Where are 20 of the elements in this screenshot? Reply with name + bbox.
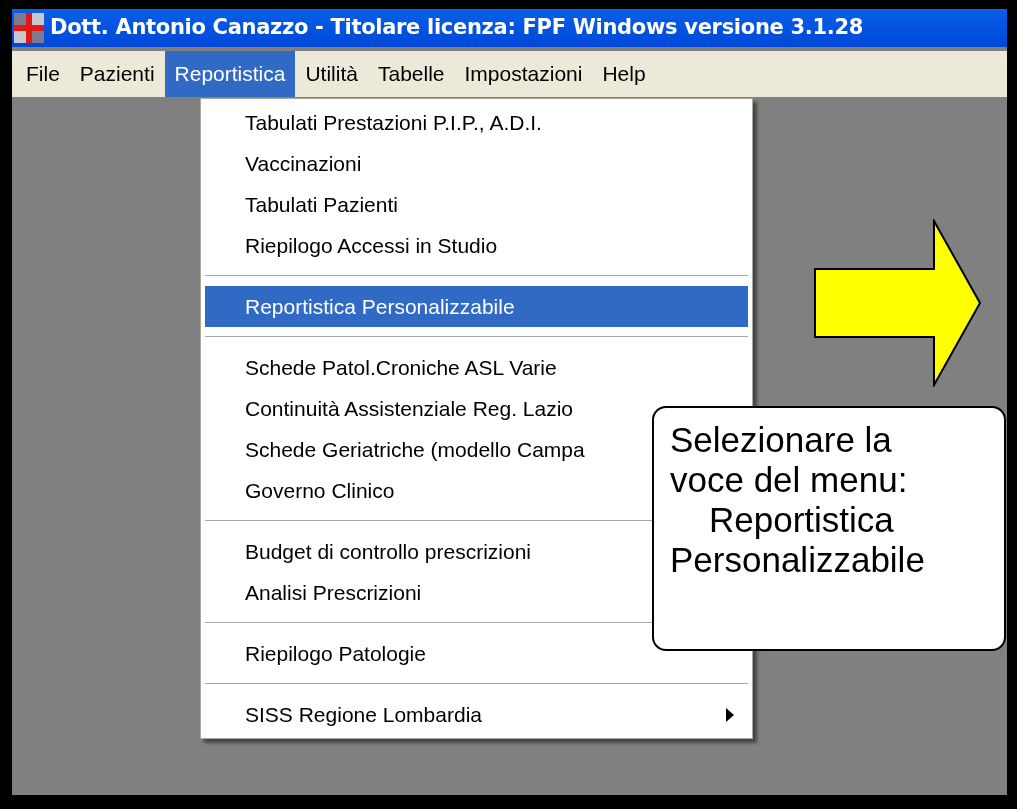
menu-item[interactable]: Help [592, 51, 656, 97]
menu-entry[interactable]: Tabulati Pazienti [205, 184, 748, 225]
menu-entry[interactable]: Reportistica Personalizzabile [205, 286, 748, 327]
callout-text: Selezionare la voce del menu: Reportistica Personalizzabile [669, 420, 926, 580]
submenu-arrow-icon [726, 707, 734, 722]
menu-item[interactable]: Pazienti [69, 51, 165, 97]
menu-entry[interactable]: Riepilogo Patologie [205, 633, 748, 674]
menu-entry[interactable]: Tabulati Prestazioni P.I.P., A.D.I. [205, 102, 748, 143]
menu-entry[interactable]: SISS Regione Lombardia [205, 694, 748, 735]
menu-item[interactable]: Reportistica [164, 51, 296, 97]
arrow-icon [814, 219, 982, 387]
window-title: Dott. Antonio Canazzo - Titolare licenza: FPF Windows versione 3.1.28 [50, 14, 864, 42]
menu-item[interactable]: Utilità [295, 51, 368, 97]
menu-item[interactable]: File [16, 51, 70, 97]
menu-entry[interactable]: Riepilogo Accessi in Studio [205, 225, 748, 266]
menu-item[interactable]: Impostazioni [454, 51, 593, 97]
menu-entry[interactable]: Vaccinazioni [205, 143, 748, 184]
menu-item[interactable]: Tabelle [367, 51, 455, 97]
menu-entry[interactable]: Schede Patol.Croniche ASL Varie [205, 347, 748, 388]
cross-icon [14, 13, 44, 43]
